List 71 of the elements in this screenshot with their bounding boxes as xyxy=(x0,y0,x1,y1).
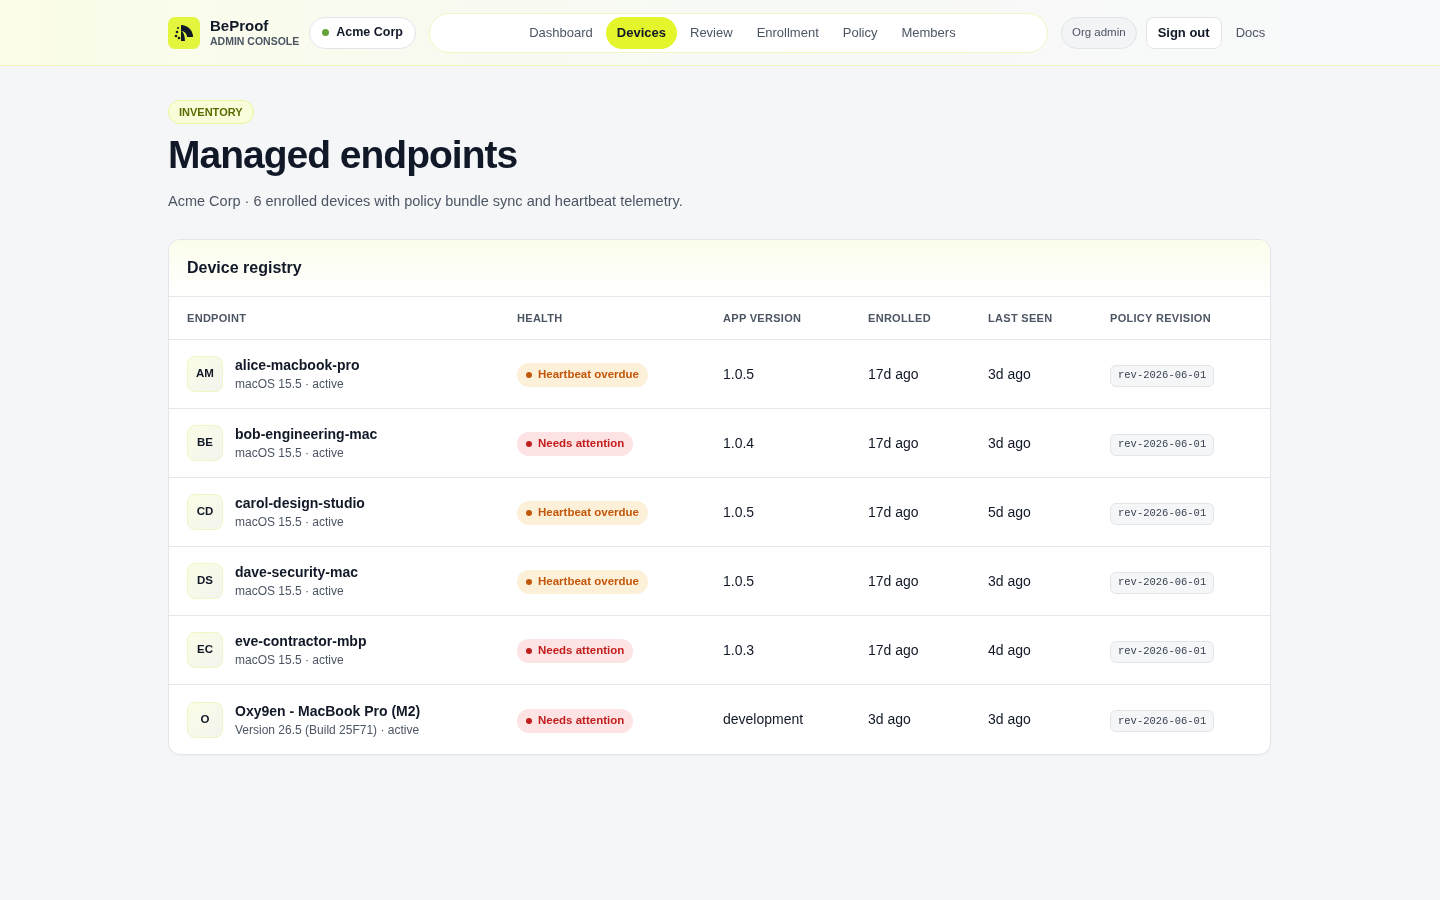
app-version-cell-text: 1.0.5 xyxy=(723,502,755,522)
nav-tab[interactable]: Enrollment xyxy=(745,16,830,49)
device-name: dave-security-mac xyxy=(235,563,358,581)
device-avatar: BE xyxy=(187,425,223,461)
app-version-cell-text: 1.0.4 xyxy=(723,433,755,453)
enrolled-cell-text: 3d ago xyxy=(868,710,911,729)
policy-revision-tag: rev-2026-06-01 xyxy=(1110,502,1215,525)
policy-revision-tag: rev-2026-06-01 xyxy=(1110,433,1215,456)
enrolled-cell-text: 17d ago xyxy=(868,502,919,522)
device-details: macOS 15.5 · active xyxy=(235,515,345,530)
app-version-cell-text: 1.0.3 xyxy=(723,640,755,660)
card-title: Device registry xyxy=(187,258,302,278)
brand-name: BeProof xyxy=(210,18,270,34)
policy-revision-tag: rev-2026-06-01 xyxy=(1110,640,1215,663)
device-avatar: CD xyxy=(187,494,223,530)
app-version-cell-text: 1.0.5 xyxy=(723,571,755,591)
last-seen-cell-text: 3d ago xyxy=(988,571,1031,591)
device-details: macOS 15.5 · active xyxy=(235,584,345,599)
org-switcher[interactable]: Acme Corp xyxy=(309,16,416,49)
device-name: alice-macbook-pro xyxy=(235,356,360,374)
app-version-cell-text: 1.0.5 xyxy=(723,364,755,384)
policy-revision-tag: rev-2026-06-01 xyxy=(1110,571,1215,594)
column-header: ENROLLED xyxy=(868,310,931,326)
last-seen-cell-text: 5d ago xyxy=(988,502,1031,522)
health-badge: Needs attention xyxy=(517,432,634,456)
page-subtitle: Acme Corp · 6 enrolled devices with policy bundle sync and heartbeat telemetry. xyxy=(168,192,684,212)
enrolled-cell-text: 17d ago xyxy=(868,433,919,453)
last-seen-cell-text: 3d ago xyxy=(988,710,1031,729)
logo-icon xyxy=(168,16,200,49)
last-seen-cell-text: 3d ago xyxy=(988,433,1031,453)
column-header: POLICY REVISION xyxy=(1110,310,1211,326)
nav-tab[interactable]: Members xyxy=(890,16,967,49)
role-badge: Org admin xyxy=(1060,16,1137,49)
column-header: APP VERSION xyxy=(723,310,802,326)
section-tag: INVENTORY xyxy=(168,100,254,125)
app-version-cell-text: development xyxy=(723,710,804,729)
health-badge: Heartbeat overdue xyxy=(517,501,648,525)
docs-link[interactable]: Docs xyxy=(1235,22,1266,43)
device-name: bob-engineering-mac xyxy=(235,425,378,443)
enrolled-cell-text: 17d ago xyxy=(868,364,919,384)
device-details: macOS 15.5 · active xyxy=(235,653,345,668)
health-badge: Heartbeat overdue xyxy=(517,363,648,387)
health-badge: Needs attention xyxy=(517,639,634,663)
column-header: LAST SEEN xyxy=(988,310,1053,326)
device-avatar: EC xyxy=(187,632,223,668)
health-badge: Needs attention xyxy=(517,708,634,733)
device-avatar: DS xyxy=(187,563,223,599)
device-details: Version 26.5 (Build 25F71) · active xyxy=(235,722,421,738)
nav-tab[interactable]: Review xyxy=(679,16,744,49)
sign-out-button[interactable]: Sign out xyxy=(1145,16,1222,49)
last-seen-cell-text: 3d ago xyxy=(988,364,1031,384)
device-details: macOS 15.5 · active xyxy=(235,377,345,392)
brand-subtitle: ADMIN CONSOLE xyxy=(210,36,300,47)
nav-tab[interactable]: Devices xyxy=(605,16,677,49)
enrolled-cell-text: 17d ago xyxy=(868,571,919,591)
page-title: Managed endpoints xyxy=(168,132,519,179)
policy-revision-tag: rev-2026-06-01 xyxy=(1110,364,1215,387)
health-badge: Heartbeat overdue xyxy=(517,570,648,594)
column-header: ENDPOINT xyxy=(187,310,247,326)
enrolled-cell-text: 17d ago xyxy=(868,640,919,660)
policy-revision-tag: rev-2026-06-01 xyxy=(1110,710,1215,733)
device-name: Oxy9en - MacBook Pro (M2) xyxy=(235,701,421,720)
device-name: carol-design-studio xyxy=(235,494,365,512)
nav-tab[interactable]: Dashboard xyxy=(518,16,604,49)
device-avatar: AM xyxy=(187,356,223,392)
nav-tab[interactable]: Policy xyxy=(831,16,889,49)
last-seen-cell-text: 4d ago xyxy=(988,640,1031,660)
device-avatar: O xyxy=(187,701,223,738)
device-name: eve-contractor-mbp xyxy=(235,632,367,650)
column-header: HEALTH xyxy=(517,310,563,326)
device-details: macOS 15.5 · active xyxy=(235,446,345,461)
